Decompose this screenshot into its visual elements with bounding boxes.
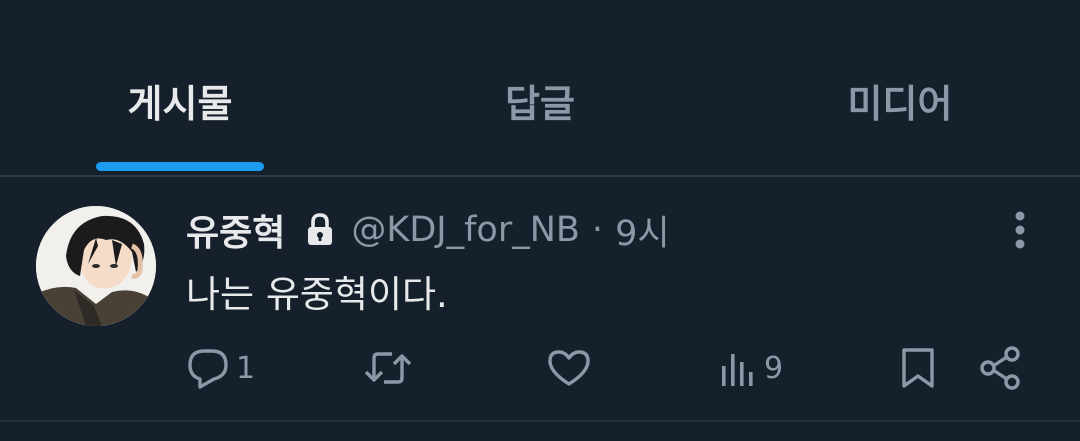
reply-count: 1 bbox=[236, 350, 256, 386]
reply-icon bbox=[188, 349, 228, 389]
tab-replies-label: 답글 bbox=[505, 82, 575, 126]
heart-icon bbox=[548, 350, 590, 386]
tab-posts-label: 게시물 bbox=[127, 82, 233, 126]
display-name[interactable]: 유중혁 bbox=[186, 204, 285, 256]
lock-icon bbox=[305, 213, 335, 247]
tweet-divider bbox=[0, 420, 1080, 422]
share-icon bbox=[980, 346, 1020, 390]
active-tab-indicator bbox=[96, 162, 264, 171]
post-time[interactable]: 9시 bbox=[615, 205, 669, 256]
profile-tabs: 게시물 답글 미디어 bbox=[0, 0, 1080, 176]
tabs-divider bbox=[0, 175, 1080, 177]
tab-media-label: 미디어 bbox=[847, 82, 953, 126]
header-separator: · bbox=[591, 210, 604, 250]
tweet-header: 유중혁 @KDJ_for_NB · 9시 bbox=[186, 202, 670, 258]
views-count: 9 bbox=[764, 350, 784, 386]
profile-timeline: 게시물 답글 미디어 유중혁 @KDJ_for_NB · 9시 나는 유중혁이다… bbox=[0, 0, 1080, 441]
retweet-button[interactable] bbox=[364, 344, 412, 392]
bookmark-icon bbox=[902, 348, 934, 388]
tab-media[interactable]: 미디어 bbox=[780, 72, 1020, 176]
more-vertical-icon bbox=[1015, 211, 1025, 249]
like-button[interactable] bbox=[546, 344, 592, 392]
views-chart-icon bbox=[722, 354, 753, 386]
user-handle[interactable]: @KDJ_for_NB bbox=[351, 210, 580, 250]
share-button[interactable] bbox=[976, 344, 1024, 392]
reply-button[interactable]: 1 bbox=[186, 344, 255, 392]
avatar[interactable] bbox=[36, 206, 156, 326]
more-options-button[interactable] bbox=[1000, 206, 1040, 254]
bookmark-button[interactable] bbox=[896, 344, 940, 392]
retweet-icon bbox=[364, 352, 412, 384]
tab-posts[interactable]: 게시물 bbox=[60, 72, 300, 176]
tab-replies[interactable]: 답글 bbox=[420, 72, 660, 176]
tweet-text: 나는 유중혁이다. bbox=[186, 273, 448, 316]
views-button[interactable]: 9 bbox=[716, 344, 783, 392]
